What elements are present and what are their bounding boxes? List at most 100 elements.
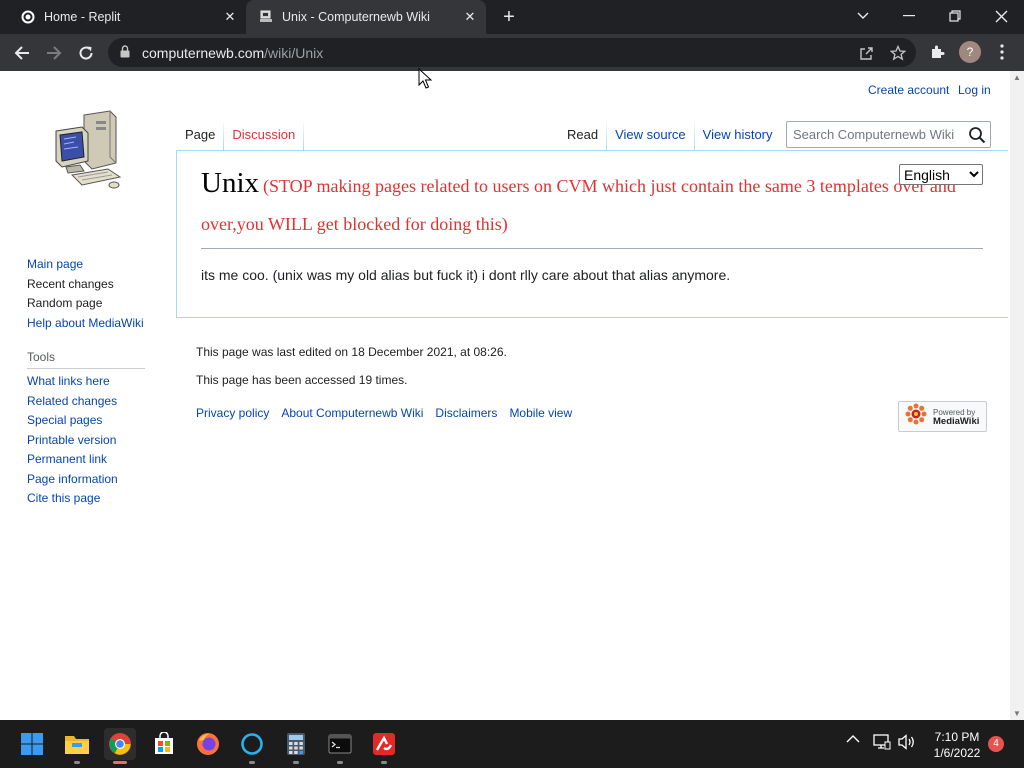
browser-tab-wiki[interactable]: Unix - Computernewb Wiki ✕: [246, 0, 486, 34]
replit-icon: [20, 9, 36, 25]
reload-icon[interactable]: [73, 40, 99, 66]
sidebar-item-what-links-here[interactable]: What links here: [27, 372, 118, 392]
browser-tab-title: Unix - Computernewb Wiki: [282, 10, 430, 24]
close-tab-icon[interactable]: ✕: [222, 9, 238, 25]
sidebar-navigation: Main page Recent changes Random page Hel…: [27, 255, 144, 333]
wiki-page: Create account Log in Main page Recent c…: [0, 71, 1024, 720]
show-hidden-icons-chevron-icon[interactable]: [846, 734, 860, 744]
sidebar-item-recent-changes[interactable]: Recent changes: [27, 275, 144, 295]
firefox-icon[interactable]: [192, 728, 224, 760]
mobile-view-link[interactable]: Mobile view: [509, 406, 572, 420]
mouse-cursor-icon: [418, 67, 433, 90]
running-indicator: [249, 761, 255, 764]
url-host: computernewb.com: [142, 45, 265, 61]
running-indicator: [293, 761, 299, 764]
footer-links: Privacy policy About Computernewb Wiki D…: [196, 406, 572, 420]
taskbar-clock[interactable]: 7:10 PM 1/6/2022: [924, 729, 990, 761]
last-edited-info: This page was last edited on 18 December…: [196, 345, 507, 359]
windows-taskbar: 7:10 PM 1/6/2022 4: [0, 720, 1024, 768]
volume-icon[interactable]: [898, 734, 916, 750]
mediawiki-flower-icon: [905, 403, 927, 430]
address-bar[interactable]: computernewb.com/wiki/Unix: [108, 38, 916, 67]
terminal-icon[interactable]: [324, 728, 356, 764]
sidebar-item-main-page[interactable]: Main page: [27, 255, 144, 275]
sidebar-item-printable-version[interactable]: Printable version: [27, 431, 118, 451]
tab-read[interactable]: Read: [559, 119, 606, 151]
about-link[interactable]: About Computernewb Wiki: [281, 406, 423, 420]
back-icon[interactable]: [9, 40, 35, 66]
network-icon[interactable]: [873, 734, 891, 750]
tab-discussion[interactable]: Discussion: [224, 119, 303, 151]
lock-icon[interactable]: [120, 45, 130, 63]
browser-tab-title: Home - Replit: [44, 10, 121, 24]
new-tab-icon[interactable]: +: [498, 6, 520, 28]
namespace-tabs: Page Discussion: [177, 119, 305, 151]
close-window-icon[interactable]: [978, 0, 1024, 32]
running-indicator: [74, 761, 80, 764]
sidebar-item-special-pages[interactable]: Special pages: [27, 411, 118, 431]
forward-icon[interactable]: [41, 40, 67, 66]
log-in-link[interactable]: Log in: [958, 83, 991, 97]
active-indicator: [113, 761, 127, 764]
browser-toolbar: computernewb.com/wiki/Unix: [0, 34, 1024, 71]
wiki-logo[interactable]: [52, 109, 124, 193]
scroll-down-icon[interactable]: ▼: [1013, 709, 1021, 718]
language-select[interactable]: English: [899, 164, 983, 185]
sidebar-item-random-page[interactable]: Random page: [27, 294, 144, 314]
profile-avatar[interactable]: ?: [959, 41, 981, 63]
tab-separator: [303, 119, 305, 151]
warning-text: (STOP making pages related to users on C…: [201, 176, 956, 234]
tab-view-history[interactable]: View history: [695, 119, 781, 151]
sidebar-item-cite-this-page[interactable]: Cite this page: [27, 489, 118, 509]
menu-dots-icon[interactable]: [992, 42, 1012, 62]
disclaimers-link[interactable]: Disclaimers: [435, 406, 497, 420]
clock-date: 1/6/2022: [933, 746, 981, 760]
calculator-icon[interactable]: [280, 728, 312, 764]
scroll-up-icon[interactable]: ▲: [1013, 73, 1021, 82]
page-title-text: Unix: [201, 167, 259, 199]
store-icon[interactable]: [148, 728, 180, 760]
sidebar-item-help[interactable]: Help about MediaWiki: [27, 314, 144, 334]
bookmark-star-icon[interactable]: [889, 44, 907, 62]
create-account-link[interactable]: Create account: [868, 83, 949, 97]
powered-by-line2: MediaWiki: [933, 415, 980, 427]
sidebar-item-related-changes[interactable]: Related changes: [27, 392, 118, 412]
avira-icon[interactable]: [368, 728, 400, 764]
extensions-icon[interactable]: [928, 42, 948, 62]
tab-page[interactable]: Page: [177, 119, 224, 151]
running-indicator: [337, 761, 343, 764]
notification-count-badge[interactable]: 4: [988, 736, 1004, 752]
search-input[interactable]: [787, 122, 965, 147]
tab-view-source[interactable]: View source: [607, 119, 694, 151]
page-scrollbar[interactable]: ▲ ▼: [1010, 71, 1024, 720]
article-content: Unix (STOP making pages related to users…: [176, 150, 1008, 318]
running-indicator: [381, 761, 387, 764]
minimize-icon[interactable]: [886, 0, 932, 32]
browser-tab-replit[interactable]: Home - Replit ✕: [8, 0, 246, 34]
sidebar-tools: What links here Related changes Special …: [27, 372, 118, 509]
sidebar-item-permanent-link[interactable]: Permanent link: [27, 450, 118, 470]
restore-icon[interactable]: [932, 0, 978, 32]
url-path: /wiki/Unix: [264, 45, 324, 61]
tab-search-icon[interactable]: [840, 0, 886, 32]
cortana-icon[interactable]: [236, 728, 268, 764]
share-icon[interactable]: [857, 44, 875, 62]
article-body: its me coo. (unix was my old alias but f…: [201, 267, 731, 283]
sidebar-item-page-information[interactable]: Page information: [27, 470, 118, 490]
view-tabs: Read View source View history: [559, 119, 781, 151]
page-title: Unix (STOP making pages related to users…: [201, 165, 983, 249]
search-icon[interactable]: [968, 126, 986, 144]
powered-by-mediawiki-badge[interactable]: Powered by MediaWiki: [898, 401, 987, 432]
file-explorer-icon[interactable]: [61, 728, 93, 764]
start-icon[interactable]: [16, 728, 48, 760]
close-tab-icon[interactable]: ✕: [462, 9, 478, 25]
privacy-policy-link[interactable]: Privacy policy: [196, 406, 269, 420]
search-box: [786, 121, 991, 148]
powered-by-text: Powered by MediaWiki: [933, 408, 979, 426]
tools-heading: Tools: [27, 350, 145, 369]
wiki-icon: [258, 9, 274, 25]
url-text: computernewb.com/wiki/Unix: [142, 45, 323, 61]
access-count-info: This page has been accessed 19 times.: [196, 373, 408, 387]
chrome-icon[interactable]: [104, 728, 136, 764]
clock-time: 7:10 PM: [934, 730, 980, 744]
